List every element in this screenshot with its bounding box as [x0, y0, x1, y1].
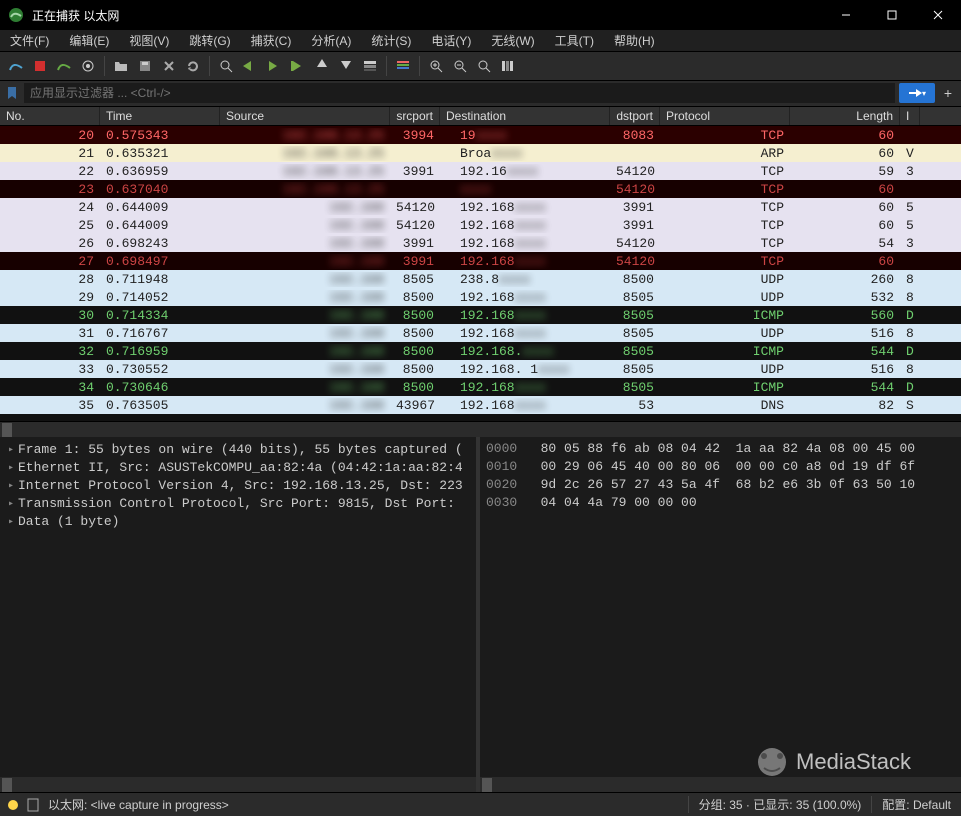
col-protocol[interactable]: Protocol [660, 107, 790, 126]
menu-file[interactable]: 文件(F) [0, 32, 59, 49]
go-back-icon[interactable] [239, 55, 261, 77]
menu-view[interactable]: 视图(V) [119, 32, 179, 49]
filter-bookmark-icon[interactable] [4, 85, 20, 101]
packet-row[interactable]: 320.716959192.1688500192.168.xxxx8505ICM… [0, 342, 961, 360]
col-srcport[interactable]: srcport [390, 107, 440, 126]
packet-row[interactable]: 340.730646192.1688500192.168xxxx8505ICMP… [0, 378, 961, 396]
col-no[interactable]: No. [0, 107, 100, 126]
zoom-reset-icon[interactable] [473, 55, 495, 77]
packet-row[interactable]: 200.575343192.168.13.25399419xxxx8083TCP… [0, 126, 961, 144]
menubar: 文件(F) 编辑(E) 视图(V) 跳转(G) 捕获(C) 分析(A) 统计(S… [0, 30, 961, 52]
colorize-icon[interactable] [392, 55, 414, 77]
packet-list-scrollbar[interactable] [0, 421, 961, 437]
hex-line[interactable]: 0020 9d 2c 26 57 27 43 5a 4f 68 b2 e6 3b… [486, 477, 955, 495]
close-button[interactable] [915, 0, 961, 30]
auto-scroll-icon[interactable] [359, 55, 381, 77]
packet-details-tree[interactable]: ▸Frame 1: 55 bytes on wire (440 bits), 5… [0, 437, 480, 777]
packet-row[interactable]: 230.637040192.168.13.25xxxx54120TCP60 [0, 180, 961, 198]
packet-row[interactable]: 300.714334192.1688500192.168xxxx8505ICMP… [0, 306, 961, 324]
start-capture-icon[interactable] [5, 55, 27, 77]
titlebar: 正在捕获 以太网 [0, 0, 961, 30]
filter-bar: ▾ + [0, 81, 961, 107]
menu-capture[interactable]: 捕获(C) [241, 32, 302, 49]
minimize-button[interactable] [823, 0, 869, 30]
filter-apply-button[interactable]: ▾ [899, 83, 935, 103]
go-to-packet-icon[interactable] [287, 55, 309, 77]
menu-edit[interactable]: 编辑(E) [59, 32, 119, 49]
menu-help[interactable]: 帮助(H) [604, 32, 665, 49]
tree-item[interactable]: ▸Frame 1: 55 bytes on wire (440 bits), 5… [0, 441, 476, 459]
col-source[interactable]: Source [220, 107, 390, 126]
hex-line[interactable]: 0000 80 05 88 f6 ab 08 04 42 1a aa 82 4a… [486, 441, 955, 459]
tree-item[interactable]: ▸Internet Protocol Version 4, Src: 192.1… [0, 477, 476, 495]
col-dstport[interactable]: dstport [610, 107, 660, 126]
find-packet-icon[interactable] [215, 55, 237, 77]
status-profile[interactable]: 配置: Default [871, 796, 961, 813]
packet-list[interactable]: 200.575343192.168.13.25399419xxxx8083TCP… [0, 126, 961, 421]
expert-info-icon[interactable] [8, 800, 18, 810]
tree-item[interactable]: ▸Ethernet II, Src: ASUSTekCOMPU_aa:82:4a… [0, 459, 476, 477]
maximize-button[interactable] [869, 0, 915, 30]
menu-wireless[interactable]: 无线(W) [481, 32, 544, 49]
menu-telephony[interactable]: 电话(Y) [421, 32, 481, 49]
filter-add-button[interactable]: + [939, 84, 957, 102]
wireshark-icon [8, 7, 24, 23]
zoom-in-icon[interactable] [425, 55, 447, 77]
packet-row[interactable]: 210.635321192.168.13.25BroaxxxxARP60V [0, 144, 961, 162]
close-file-icon[interactable] [158, 55, 180, 77]
status-interface: 以太网: <live capture in progress> [40, 796, 688, 813]
packet-row[interactable]: 260.698243192.1683991192.168xxxx54120TCP… [0, 234, 961, 252]
stop-capture-icon[interactable] [29, 55, 51, 77]
window-title: 正在捕获 以太网 [32, 7, 823, 24]
hex-line[interactable]: 0010 00 29 06 45 40 00 80 06 00 00 c0 a8… [486, 459, 955, 477]
go-first-icon[interactable] [311, 55, 333, 77]
tree-item[interactable]: ▸Transmission Control Protocol, Src Port… [0, 495, 476, 513]
packet-row[interactable]: 280.711948192.1688505238.8xxxx8500UDP260… [0, 270, 961, 288]
status-packets: 分组: 35 · 已显示: 35 (100.0%) [688, 796, 872, 813]
menu-go[interactable]: 跳转(G) [179, 32, 240, 49]
resize-columns-icon[interactable] [497, 55, 519, 77]
capture-file-icon[interactable] [26, 798, 40, 812]
hex-line[interactable]: 0030 04 04 4a 79 00 00 00 [486, 495, 955, 513]
menu-tools[interactable]: 工具(T) [545, 32, 604, 49]
watermark: MediaStack [754, 744, 911, 780]
col-destination[interactable]: Destination [440, 107, 610, 126]
packet-list-header: No. Time Source srcport Destination dstp… [0, 107, 961, 127]
packet-row[interactable]: 250.644009192.16854120192.168xxxx3991TCP… [0, 216, 961, 234]
packet-row[interactable]: 330.730552192.1688500192.168. 1xxxx8505U… [0, 360, 961, 378]
status-bar: 以太网: <live capture in progress> 分组: 35 ·… [0, 792, 961, 816]
restart-capture-icon[interactable] [53, 55, 75, 77]
packet-bytes-hex[interactable]: 0000 80 05 88 f6 ab 08 04 42 1a aa 82 4a… [480, 437, 961, 777]
packet-row[interactable]: 220.636959192.168.13.253991192.16xxxx541… [0, 162, 961, 180]
menu-statistics[interactable]: 统计(S) [361, 32, 421, 49]
packet-row[interactable]: 240.644009192.16854120192.168xxxx3991TCP… [0, 198, 961, 216]
col-time[interactable]: Time [100, 107, 220, 126]
tree-item[interactable]: ▸Data (1 byte) [0, 513, 476, 531]
go-last-icon[interactable] [335, 55, 357, 77]
display-filter-input[interactable] [24, 83, 895, 103]
zoom-out-icon[interactable] [449, 55, 471, 77]
open-file-icon[interactable] [110, 55, 132, 77]
packet-row[interactable]: 350.763505192.16843967192.168xxxx53DNS82… [0, 396, 961, 414]
menu-analyze[interactable]: 分析(A) [301, 32, 361, 49]
packet-row[interactable]: 290.714052192.1688500192.168xxxx8505UDP5… [0, 288, 961, 306]
toolbar [0, 52, 961, 81]
col-length[interactable]: Length [790, 107, 900, 126]
go-forward-icon[interactable] [263, 55, 285, 77]
packet-row[interactable]: 310.716767192.1688500192.168xxxx8505UDP5… [0, 324, 961, 342]
col-info[interactable]: I [900, 107, 920, 126]
capture-options-icon[interactable] [77, 55, 99, 77]
reload-icon[interactable] [182, 55, 204, 77]
save-file-icon[interactable] [134, 55, 156, 77]
packet-row[interactable]: 270.698497192.1683991192.168xxxx54120TCP… [0, 252, 961, 270]
